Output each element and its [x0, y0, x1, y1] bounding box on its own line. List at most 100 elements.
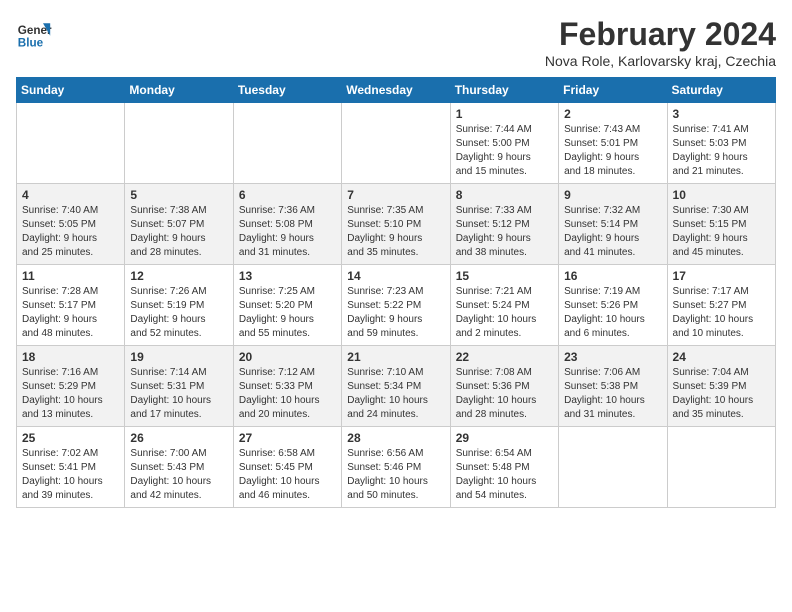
- day-number: 25: [22, 431, 119, 445]
- day-info: Sunrise: 7:38 AM Sunset: 5:07 PM Dayligh…: [130, 204, 227, 260]
- day-number: 27: [239, 431, 336, 445]
- calendar-cell: 18Sunrise: 7:16 AM Sunset: 5:29 PM Dayli…: [17, 346, 125, 427]
- day-number: 11: [22, 269, 119, 283]
- day-info: Sunrise: 7:41 AM Sunset: 5:03 PM Dayligh…: [673, 123, 770, 179]
- day-info: Sunrise: 7:06 AM Sunset: 5:38 PM Dayligh…: [564, 366, 661, 422]
- calendar-cell: 27 Sunrise: 6:58 AM Sunset: 5:45 PM Dayli…: [233, 427, 341, 508]
- calendar-cell: 21 Sunrise: 7:10 AM Sunset: 5:34 PM Dayli…: [342, 346, 450, 427]
- calendar-cell: 10 Sunrise: 7:30 AM Sunset: 5:15 PM Dayli…: [667, 184, 775, 265]
- page-header: General Blue February 2024 Nova Role, Ka…: [16, 16, 776, 69]
- day-number: 3: [673, 107, 770, 121]
- calendar-cell: 29 Sunrise: 6:54 AM Sunset: 5:48 PM Dayli…: [450, 427, 558, 508]
- calendar-cell: 24 Sunrise: 7:04 AM Sunset: 5:39 PM Dayli…: [667, 346, 775, 427]
- day-number: 17: [673, 269, 770, 283]
- calendar-cell: 6Sunrise: 7:36 AM Sunset: 5:08 PM Daylig…: [233, 184, 341, 265]
- day-number: 6: [239, 188, 336, 202]
- calendar-week-row: 1 Sunrise: 7:44 AM Sunset: 5:00 PM Daylig…: [17, 103, 776, 184]
- day-number: 13: [239, 269, 336, 283]
- calendar-cell: 17 Sunrise: 7:17 AM Sunset: 5:27 PM Dayli…: [667, 265, 775, 346]
- weekday-header-wednesday: Wednesday: [342, 78, 450, 103]
- day-number: 10: [673, 188, 770, 202]
- day-info: Sunrise: 7:43 AM Sunset: 5:01 PM Dayligh…: [564, 123, 661, 179]
- calendar-week-row: 25 Sunrise: 7:02 AM Sunset: 5:41 PM Dayli…: [17, 427, 776, 508]
- day-number: 16: [564, 269, 661, 283]
- day-info: Sunrise: 7:02 AM Sunset: 5:41 PM Dayligh…: [22, 447, 119, 503]
- day-number: 28: [347, 431, 444, 445]
- calendar-cell: 13 Sunrise: 7:25 AM Sunset: 5:20 PM Dayli…: [233, 265, 341, 346]
- day-number: 29: [456, 431, 553, 445]
- day-info: Sunrise: 7:28 AM Sunset: 5:17 PM Dayligh…: [22, 285, 119, 341]
- day-info: Sunrise: 7:10 AM Sunset: 5:34 PM Dayligh…: [347, 366, 444, 422]
- calendar-table: SundayMondayTuesdayWednesdayThursdayFrid…: [16, 77, 776, 508]
- day-info: Sunrise: 7:17 AM Sunset: 5:27 PM Dayligh…: [673, 285, 770, 341]
- calendar-cell: 5 Sunrise: 7:38 AM Sunset: 5:07 PM Daylig…: [125, 184, 233, 265]
- day-info: Sunrise: 6:58 AM Sunset: 5:45 PM Dayligh…: [239, 447, 336, 503]
- day-info: Sunrise: 7:35 AM Sunset: 5:10 PM Dayligh…: [347, 204, 444, 260]
- day-number: 9: [564, 188, 661, 202]
- calendar-cell: 8 Sunrise: 7:33 AM Sunset: 5:12 PM Daylig…: [450, 184, 558, 265]
- day-number: 8: [456, 188, 553, 202]
- day-number: 20: [239, 350, 336, 364]
- calendar-cell: [17, 103, 125, 184]
- day-info: Sunrise: 7:21 AM Sunset: 5:24 PM Dayligh…: [456, 285, 553, 341]
- calendar-cell: [559, 427, 667, 508]
- day-info: Sunrise: 7:00 AM Sunset: 5:43 PM Dayligh…: [130, 447, 227, 503]
- day-number: 5: [130, 188, 227, 202]
- day-info: Sunrise: 7:30 AM Sunset: 5:15 PM Dayligh…: [673, 204, 770, 260]
- weekday-header-saturday: Saturday: [667, 78, 775, 103]
- day-info: Sunrise: 7:44 AM Sunset: 5:00 PM Dayligh…: [456, 123, 553, 179]
- logo-icon: General Blue: [16, 16, 52, 52]
- title-block: February 2024 Nova Role, Karlovarsky kra…: [545, 16, 776, 69]
- location-subtitle: Nova Role, Karlovarsky kraj, Czechia: [545, 53, 776, 69]
- day-number: 21: [347, 350, 444, 364]
- month-title: February 2024: [545, 16, 776, 53]
- calendar-cell: 28Sunrise: 6:56 AM Sunset: 5:46 PM Dayli…: [342, 427, 450, 508]
- day-number: 4: [22, 188, 119, 202]
- svg-text:Blue: Blue: [18, 37, 44, 50]
- day-info: Sunrise: 7:14 AM Sunset: 5:31 PM Dayligh…: [130, 366, 227, 422]
- calendar-cell: 1 Sunrise: 7:44 AM Sunset: 5:00 PM Daylig…: [450, 103, 558, 184]
- calendar-cell: 2 Sunrise: 7:43 AM Sunset: 5:01 PM Daylig…: [559, 103, 667, 184]
- calendar-week-row: 4 Sunrise: 7:40 AM Sunset: 5:05 PM Daylig…: [17, 184, 776, 265]
- calendar-cell: 4 Sunrise: 7:40 AM Sunset: 5:05 PM Daylig…: [17, 184, 125, 265]
- day-info: Sunrise: 7:26 AM Sunset: 5:19 PM Dayligh…: [130, 285, 227, 341]
- calendar-cell: 22 Sunrise: 7:08 AM Sunset: 5:36 PM Dayli…: [450, 346, 558, 427]
- calendar-cell: [233, 103, 341, 184]
- calendar-cell: 7Sunrise: 7:35 AM Sunset: 5:10 PM Daylig…: [342, 184, 450, 265]
- calendar-cell: 15 Sunrise: 7:21 AM Sunset: 5:24 PM Dayli…: [450, 265, 558, 346]
- calendar-cell: 11 Sunrise: 7:28 AM Sunset: 5:17 PM Dayli…: [17, 265, 125, 346]
- weekday-header-monday: Monday: [125, 78, 233, 103]
- day-number: 2: [564, 107, 661, 121]
- weekday-header-sunday: Sunday: [17, 78, 125, 103]
- day-info: Sunrise: 7:33 AM Sunset: 5:12 PM Dayligh…: [456, 204, 553, 260]
- logo: General Blue: [16, 16, 52, 52]
- weekday-header-friday: Friday: [559, 78, 667, 103]
- day-info: Sunrise: 7:40 AM Sunset: 5:05 PM Dayligh…: [22, 204, 119, 260]
- day-number: 1: [456, 107, 553, 121]
- weekday-header-tuesday: Tuesday: [233, 78, 341, 103]
- calendar-week-row: 18Sunrise: 7:16 AM Sunset: 5:29 PM Dayli…: [17, 346, 776, 427]
- day-info: Sunrise: 7:25 AM Sunset: 5:20 PM Dayligh…: [239, 285, 336, 341]
- day-number: 18: [22, 350, 119, 364]
- weekday-header-thursday: Thursday: [450, 78, 558, 103]
- calendar-cell: [342, 103, 450, 184]
- calendar-cell: 12 Sunrise: 7:26 AM Sunset: 5:19 PM Dayli…: [125, 265, 233, 346]
- calendar-cell: 3 Sunrise: 7:41 AM Sunset: 5:03 PM Daylig…: [667, 103, 775, 184]
- weekday-header-row: SundayMondayTuesdayWednesdayThursdayFrid…: [17, 78, 776, 103]
- day-number: 12: [130, 269, 227, 283]
- day-number: 26: [130, 431, 227, 445]
- day-info: Sunrise: 6:54 AM Sunset: 5:48 PM Dayligh…: [456, 447, 553, 503]
- day-info: Sunrise: 7:08 AM Sunset: 5:36 PM Dayligh…: [456, 366, 553, 422]
- calendar-cell: 25 Sunrise: 7:02 AM Sunset: 5:41 PM Dayli…: [17, 427, 125, 508]
- day-number: 14: [347, 269, 444, 283]
- day-info: Sunrise: 7:12 AM Sunset: 5:33 PM Dayligh…: [239, 366, 336, 422]
- day-number: 22: [456, 350, 553, 364]
- calendar-cell: 19Sunrise: 7:14 AM Sunset: 5:31 PM Dayli…: [125, 346, 233, 427]
- calendar-cell: 16 Sunrise: 7:19 AM Sunset: 5:26 PM Dayli…: [559, 265, 667, 346]
- calendar-cell: 26 Sunrise: 7:00 AM Sunset: 5:43 PM Dayli…: [125, 427, 233, 508]
- day-info: Sunrise: 7:19 AM Sunset: 5:26 PM Dayligh…: [564, 285, 661, 341]
- calendar-cell: 9Sunrise: 7:32 AM Sunset: 5:14 PM Daylig…: [559, 184, 667, 265]
- day-info: Sunrise: 7:04 AM Sunset: 5:39 PM Dayligh…: [673, 366, 770, 422]
- day-number: 15: [456, 269, 553, 283]
- day-number: 24: [673, 350, 770, 364]
